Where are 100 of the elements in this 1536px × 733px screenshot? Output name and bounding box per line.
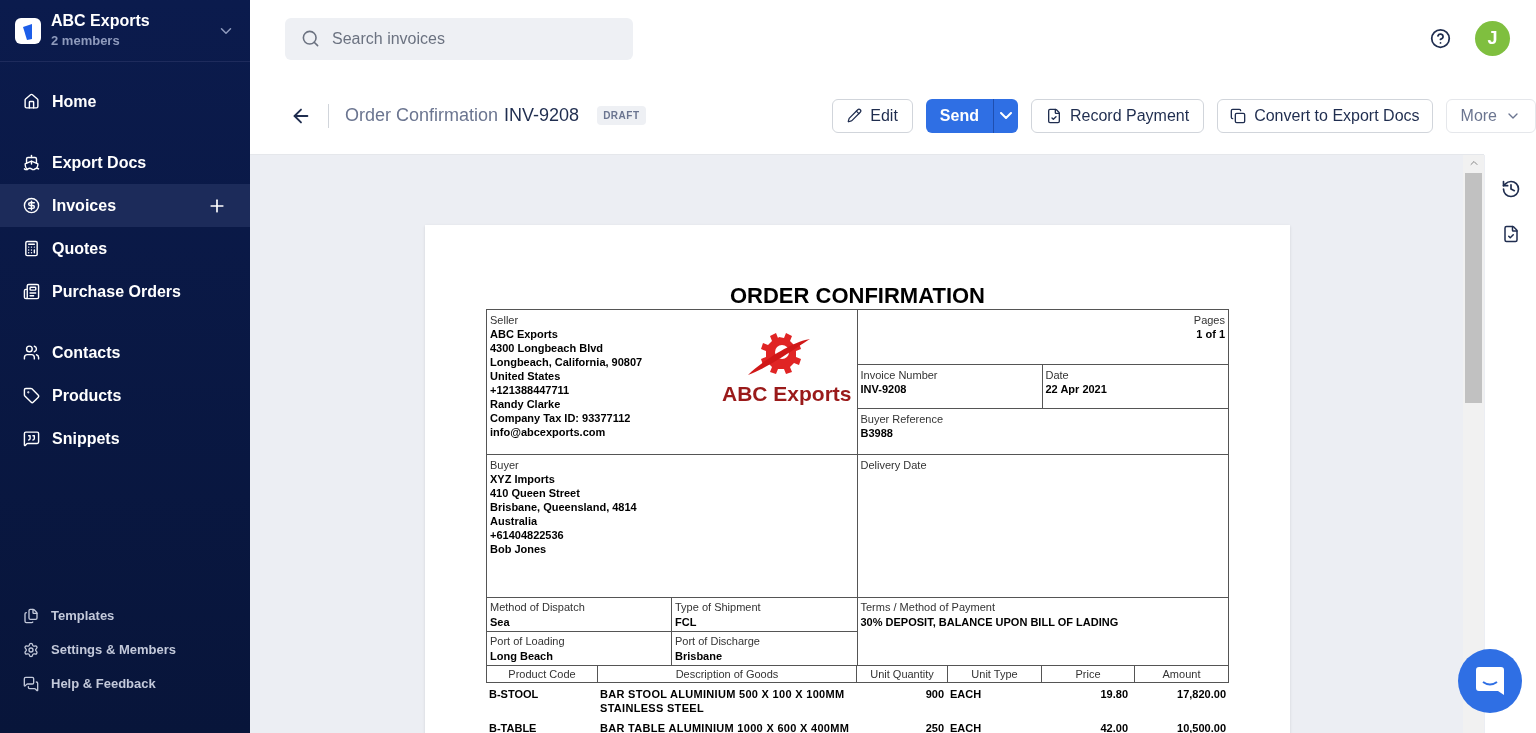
field-value: EACH (949, 687, 983, 702)
nav-icon (23, 344, 40, 361)
field-value: United States (490, 369, 562, 383)
field-label: Buyer (490, 458, 520, 472)
field-value: 10,500.00 (1176, 721, 1227, 733)
document-check-icon (1045, 107, 1062, 124)
nav-icon (23, 283, 40, 300)
field-value: +121388447711 (490, 383, 571, 397)
status-badge: DRAFT (597, 106, 646, 125)
field-label: Seller (490, 313, 520, 327)
help-icon[interactable] (1430, 28, 1451, 49)
field-value: B-STOOL (488, 687, 540, 702)
convert-button[interactable]: Convert to Export Docs (1217, 98, 1433, 133)
chat-icon (1475, 665, 1505, 697)
field-value: 42.00 (1099, 721, 1129, 733)
field-value: 250 (924, 721, 945, 733)
workspace-name: ABC Exports (51, 10, 151, 31)
send-options-button[interactable] (992, 98, 1018, 133)
footer-link[interactable]: Settings & Members (0, 633, 250, 667)
column-header: Unit Quantity (857, 666, 948, 682)
field-value: 19.80 (1099, 687, 1129, 702)
column-header: Price (1042, 666, 1135, 682)
field-label: Method of Dispatch (490, 600, 586, 614)
field-value: 30% DEPOSIT, BALANCE UPON BILL OF LADING (860, 615, 1120, 629)
edit-button[interactable]: Edit (832, 98, 913, 133)
nav-item[interactable]: Snippets (0, 417, 250, 460)
nav-label: Contacts (52, 342, 122, 363)
nav-item[interactable]: Products (0, 374, 250, 417)
search-input[interactable]: Search invoices (332, 26, 617, 51)
document-number: INV-9208 (504, 104, 580, 127)
field-value: XYZ Imports (490, 472, 556, 486)
nav-icon (23, 197, 40, 214)
field-value: Brisbane (675, 649, 724, 663)
field-value: 17,820.00 (1176, 687, 1227, 702)
nav-icon (23, 430, 40, 447)
search-icon (301, 29, 320, 48)
field-value: B-TABLE (488, 721, 538, 733)
nav-item[interactable]: Quotes (0, 227, 250, 270)
field-value: 22 Apr 2021 (1045, 382, 1108, 396)
field-value: ABC Exports (490, 327, 559, 341)
field-value: Australia (490, 514, 539, 528)
document-title: ORDER CONFIRMATION (729, 283, 986, 309)
field-value: Randy Clarke (490, 397, 562, 411)
history-icon[interactable] (1500, 179, 1521, 199)
nav-label: Home (52, 91, 98, 112)
field-label: Port of Loading (490, 634, 566, 648)
nav-label: Snippets (52, 428, 121, 449)
pencil-icon (847, 108, 863, 123)
column-header: Product Code (487, 666, 598, 682)
field-value: +61404822536 (490, 528, 565, 542)
nav-label: Purchase Orders (52, 281, 182, 302)
field-value: 1 of 1 (1195, 327, 1225, 341)
field-value: Bob Jones (490, 542, 548, 556)
field-value: 410 Queen Street (490, 486, 581, 500)
document-check-icon[interactable] (1501, 225, 1520, 243)
chevron-down-icon (999, 112, 1012, 119)
field-label: Port of Discharge (675, 634, 761, 648)
nav-item[interactable]: Export Docs (0, 141, 250, 184)
footer-link[interactable]: Help & Feedback (0, 667, 250, 701)
field-value: Long Beach (490, 649, 554, 663)
nav-item[interactable]: Purchase Orders (0, 270, 250, 313)
column-header: Description of Goods (598, 666, 857, 682)
nav-label: Invoices (52, 195, 118, 216)
footer-icon (23, 676, 39, 692)
field-value: info@abcexports.com (490, 425, 607, 439)
member-count: 2 members (51, 31, 121, 50)
column-header: Amount (1161, 667, 1202, 682)
field-label: Date (1045, 368, 1070, 382)
field-value: INV-9208 (860, 382, 908, 396)
field-label: Type of Shipment (675, 600, 762, 614)
search-field[interactable]: Search invoices (285, 17, 633, 60)
footer-link[interactable]: Templates (0, 599, 250, 633)
nav-item[interactable]: Contacts (0, 331, 250, 374)
nav-icon (23, 154, 40, 171)
field-value: B3988 (860, 426, 894, 440)
footer-icon (23, 608, 39, 624)
copy-icon (1230, 107, 1247, 124)
field-value: Sea (490, 615, 511, 629)
field-label: Terms / Method of Payment (860, 600, 996, 614)
footer-icon (23, 642, 39, 658)
field-label: Pages (1192, 313, 1225, 327)
field-value: BAR STOOL ALUMINIUM 500 X 100 X 100MM STAINLESS STEEL (599, 687, 846, 715)
field-value: BAR TABLE ALUMINIUM 1000 X 600 X 400MM (599, 721, 851, 733)
nav-item[interactable]: Home (0, 80, 250, 123)
nav-label: Quotes (52, 238, 109, 259)
field-value: FCL (675, 615, 698, 629)
column-header: Unit Type (948, 666, 1042, 682)
logo-text: ABC Exports (721, 381, 853, 407)
nav-icon (23, 240, 40, 257)
scrollbar[interactable] (1463, 155, 1484, 733)
nav-icon (23, 93, 40, 110)
app-logo-icon (15, 17, 41, 44)
more-button[interactable]: More (1445, 98, 1536, 133)
send-button[interactable]: Send (925, 98, 993, 133)
nav-label: Export Docs (52, 152, 148, 173)
field-label: Buyer Reference (860, 412, 945, 426)
record-payment-button[interactable]: Record Payment (1030, 98, 1205, 133)
nav-label: Products (52, 385, 123, 406)
field-value: 900 (924, 687, 945, 702)
nav-item[interactable]: Invoices (0, 184, 250, 227)
